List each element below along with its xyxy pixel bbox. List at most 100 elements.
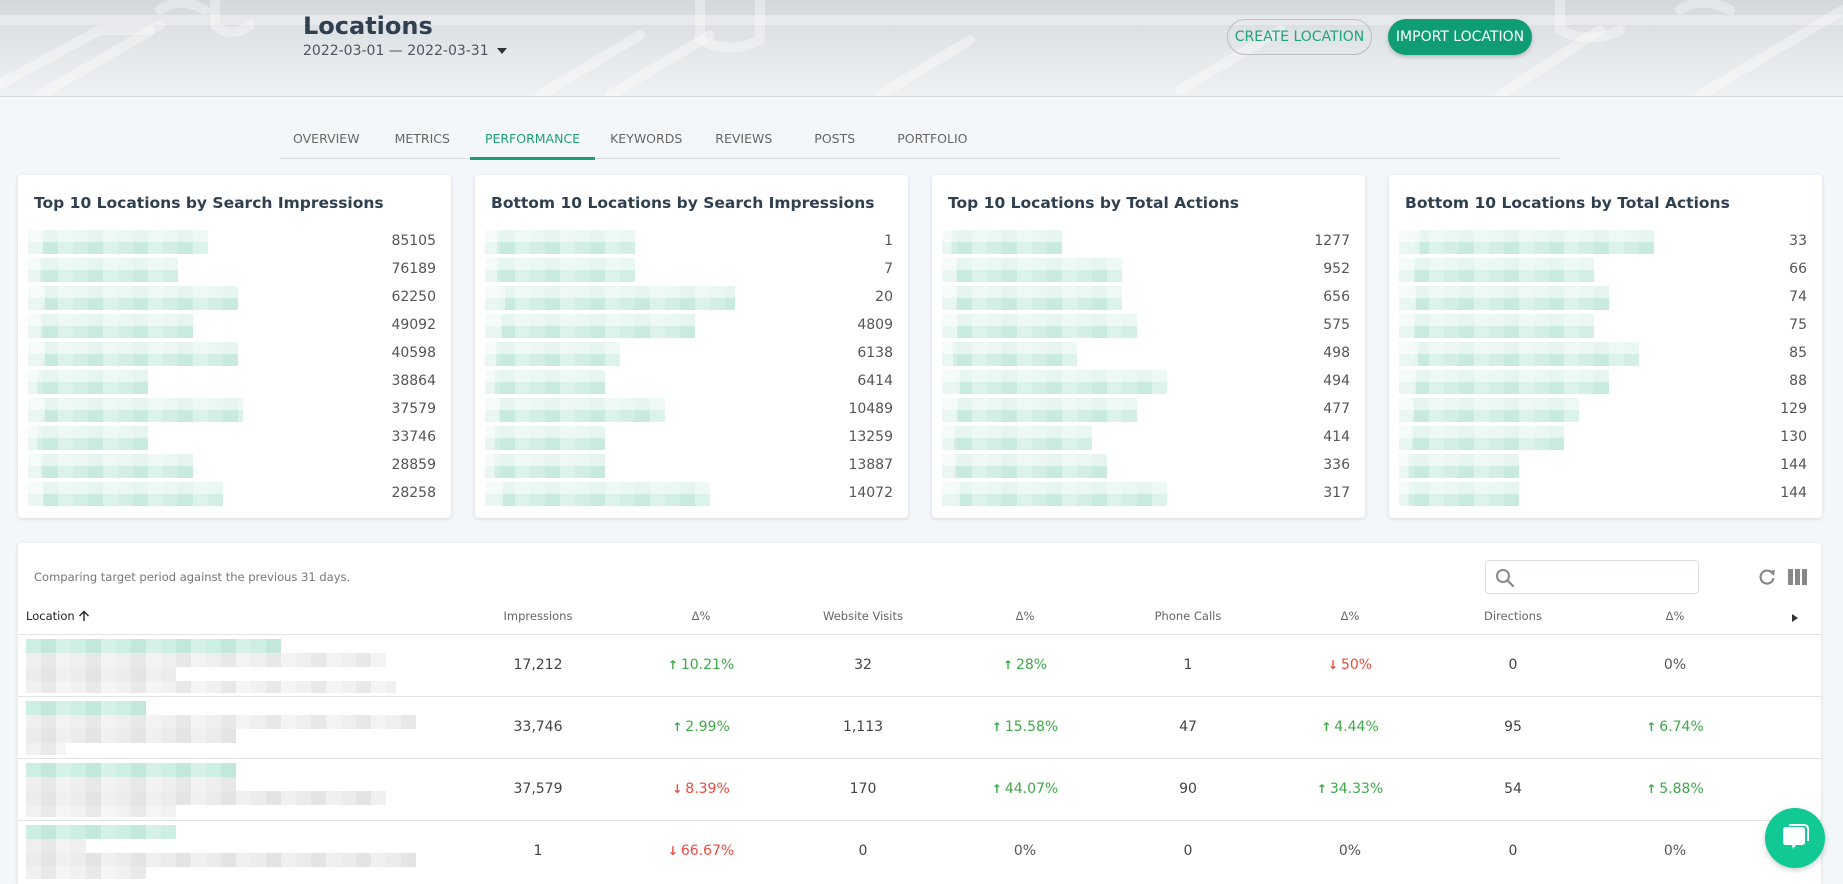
location-name-redacted[interactable] (28, 370, 148, 394)
column-header-location[interactable]: Location (26, 609, 90, 623)
tab-portfolio[interactable]: PORTFOLIO (882, 117, 982, 159)
location-name-redacted[interactable] (942, 258, 1122, 282)
location-name-redacted[interactable] (28, 454, 193, 478)
location-name-redacted[interactable] (26, 701, 416, 755)
import-location-button[interactable]: IMPORT LOCATION (1388, 19, 1532, 55)
create-location-button[interactable]: CREATE LOCATION (1227, 19, 1372, 55)
card-list-item: 144 (1399, 480, 1807, 508)
location-name-redacted[interactable] (485, 314, 695, 338)
location-name-redacted[interactable] (28, 342, 238, 366)
column-header-directions[interactable]: Directions (1484, 609, 1542, 623)
card-list: 1277 952 656 575 498 494 477 414 336 317 (942, 228, 1350, 508)
location-name-redacted[interactable] (485, 286, 735, 310)
card-title: Bottom 10 Locations by Search Impression… (491, 194, 875, 212)
arrow-up-icon: ↑ (1321, 720, 1332, 734)
location-name-redacted[interactable] (942, 230, 1062, 254)
location-name-redacted[interactable] (1399, 398, 1579, 422)
location-name-redacted[interactable] (942, 370, 1167, 394)
arrow-down-icon: ↓ (672, 782, 683, 796)
tab-reviews[interactable]: REVIEWS (700, 117, 787, 159)
location-name-redacted[interactable] (485, 258, 635, 282)
location-name-redacted[interactable] (485, 482, 710, 506)
metric-value: 1 (884, 233, 893, 249)
location-name-redacted[interactable] (1399, 286, 1609, 310)
location-name-redacted[interactable] (1399, 370, 1609, 394)
column-header-phone-delta[interactable]: Δ% (1341, 609, 1360, 623)
metric-value: 10489 (848, 401, 893, 417)
tab-keywords[interactable]: KEYWORDS (595, 117, 697, 159)
location-name-redacted[interactable] (28, 230, 208, 254)
column-header-impressions-delta[interactable]: Δ% (692, 609, 711, 623)
date-range-picker[interactable]: 2022-03-01 — 2022-03-31 (303, 43, 507, 59)
location-name-redacted[interactable] (26, 763, 416, 817)
column-header-phone-calls[interactable]: Phone Calls (1155, 609, 1222, 623)
card-list-item: 28258 (28, 480, 436, 508)
metric-value: 28859 (391, 457, 436, 473)
location-name-redacted[interactable] (942, 482, 1167, 506)
delta-value: 0% (1663, 843, 1687, 859)
chat-button[interactable] (1765, 808, 1825, 868)
location-name-redacted[interactable] (1399, 482, 1519, 506)
location-name-redacted[interactable] (485, 342, 620, 366)
tab-posts[interactable]: POSTS (799, 117, 870, 159)
location-name-redacted[interactable] (28, 286, 238, 310)
location-name-redacted[interactable] (485, 454, 605, 478)
metric-value: 6414 (857, 373, 893, 389)
location-name-redacted[interactable] (1399, 342, 1639, 366)
location-name-redacted[interactable] (1399, 314, 1594, 338)
table-row[interactable]: 1 ↓ 66.67% 0 0% 0 0% 0 0% (18, 820, 1821, 882)
location-name-redacted[interactable] (26, 639, 416, 693)
location-name-redacted[interactable] (942, 398, 1137, 422)
location-name-redacted[interactable] (28, 482, 223, 506)
delta-cell: 0% (1664, 657, 1686, 673)
card-list: 33 66 74 75 85 88 129 130 144 144 (1399, 228, 1807, 508)
location-name-redacted[interactable] (942, 314, 1137, 338)
refresh-icon[interactable] (1758, 568, 1776, 586)
location-name-redacted[interactable] (942, 286, 1122, 310)
location-name-redacted[interactable] (942, 426, 1092, 450)
column-header-impressions[interactable]: Impressions (504, 609, 573, 623)
table-search[interactable] (1485, 560, 1699, 594)
chat-icon (1783, 824, 1809, 849)
delta-cell: ↓ 8.39% (672, 781, 730, 797)
page-header: Locations 2022-03-01 — 2022-03-31 CREATE… (0, 0, 1843, 97)
column-header-website-visits[interactable]: Website Visits (823, 609, 903, 623)
table-row[interactable]: 33,746 ↑ 2.99% 1,113 ↑ 15.58% 47 ↑ 4.44% 95 ↑ 6.74% (18, 696, 1821, 758)
tab-overview[interactable]: OVERVIEW (278, 117, 375, 159)
location-name-redacted[interactable] (942, 342, 1077, 366)
metric-value: 14072 (848, 485, 893, 501)
table-row[interactable]: 37,579 ↓ 8.39% 170 ↑ 44.07% 90 ↑ 34.33% 54 ↑ 5.88% (18, 758, 1821, 820)
arrow-down-icon: ↓ (1327, 658, 1338, 672)
metric-value: 75 (1789, 317, 1807, 333)
caret-right-icon[interactable] (1791, 613, 1799, 623)
location-name-redacted[interactable] (1399, 426, 1564, 450)
tab-metrics[interactable]: METRICS (380, 117, 465, 159)
location-name-redacted[interactable] (1399, 258, 1594, 282)
metric-cell: 32 (854, 657, 872, 673)
location-name-redacted[interactable] (28, 426, 148, 450)
location-name-redacted[interactable] (485, 398, 665, 422)
location-name-redacted[interactable] (28, 398, 243, 422)
location-name-redacted[interactable] (485, 230, 635, 254)
location-name-redacted[interactable] (28, 258, 178, 282)
bottom-actions-card: Bottom 10 Locations by Total Actions 33 6… (1389, 175, 1822, 518)
table-row[interactable]: 17,212 ↑ 10.21% 32 ↑ 28% 1 ↓ 50% 0 0% (18, 634, 1821, 696)
columns-icon[interactable] (1788, 569, 1808, 585)
arrow-up-icon: ↑ (991, 720, 1002, 734)
delta-value: 15.58% (1004, 719, 1059, 735)
location-name-redacted[interactable] (28, 314, 193, 338)
location-name-redacted[interactable] (1399, 454, 1519, 478)
card-list-item: 6414 (485, 368, 893, 396)
tab-performance[interactable]: PERFORMANCE (469, 117, 596, 160)
location-name-redacted[interactable] (26, 825, 416, 879)
column-header-directions-delta[interactable]: Δ% (1666, 609, 1685, 623)
search-input[interactable] (1522, 561, 1692, 593)
card-list-item: 13887 (485, 452, 893, 480)
location-name-redacted[interactable] (1399, 230, 1654, 254)
location-name-redacted[interactable] (485, 426, 605, 450)
location-name-redacted[interactable] (485, 370, 605, 394)
column-header-label: Location (26, 609, 75, 623)
column-header-website-delta[interactable]: Δ% (1016, 609, 1035, 623)
location-name-redacted[interactable] (942, 454, 1107, 478)
delta-cell: ↓ 50% (1328, 657, 1372, 673)
